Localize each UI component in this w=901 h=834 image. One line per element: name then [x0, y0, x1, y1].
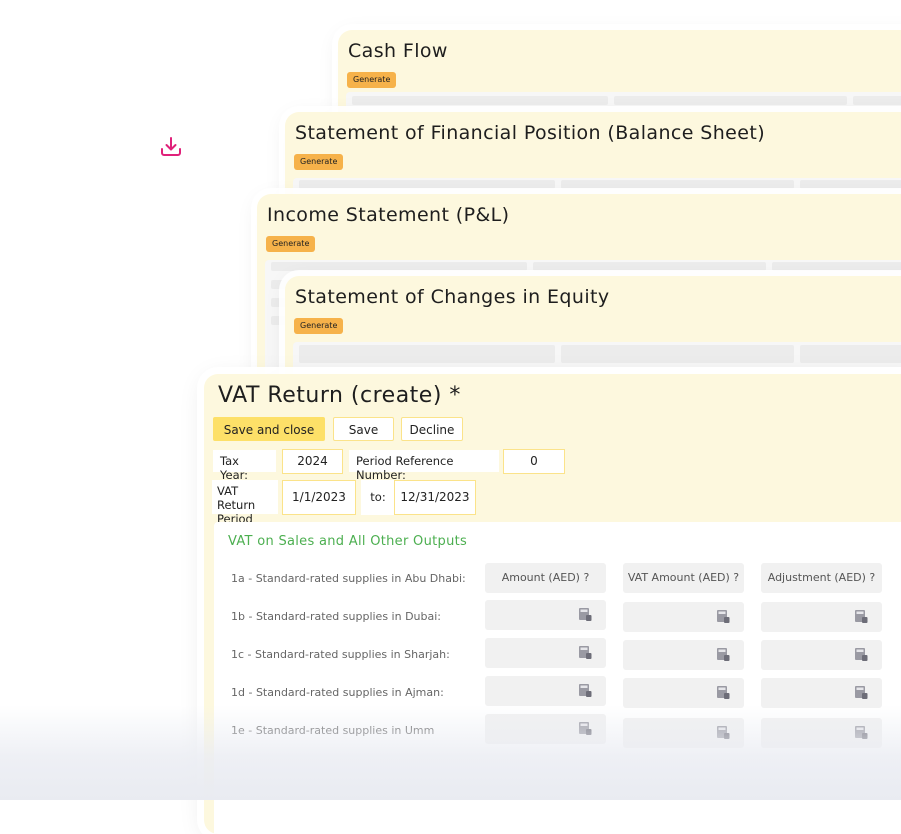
- page-title: VAT Return (create) *: [218, 383, 461, 408]
- vat-return-period-label: VAT Return Period: [212, 480, 278, 526]
- calculator-icon[interactable]: [578, 683, 592, 698]
- section-title: VAT on Sales and All Other Outputs: [228, 534, 468, 549]
- vat-amount-input[interactable]: [623, 678, 744, 708]
- calculator-icon[interactable]: [578, 607, 592, 622]
- adjustment-input[interactable]: [761, 602, 882, 632]
- generate-button[interactable]: Generate: [347, 72, 397, 88]
- save-button[interactable]: Save: [333, 417, 394, 441]
- calculator-icon[interactable]: [578, 721, 592, 736]
- tax-year-field[interactable]: 2024: [282, 449, 343, 474]
- calculator-icon[interactable]: [854, 647, 868, 662]
- amount-input[interactable]: [485, 676, 606, 706]
- calculator-icon[interactable]: [716, 725, 730, 740]
- adjustment-input[interactable]: [761, 718, 882, 748]
- adjustment-column-header: Adjustment (AED) ?: [761, 563, 882, 593]
- vat-sales-section: VAT on Sales and All Other Outputs 1a - …: [214, 522, 901, 834]
- amount-column-header: Amount (AED) ?: [485, 563, 606, 593]
- adjustment-input[interactable]: [761, 678, 882, 708]
- card-title: Income Statement (P&L): [267, 204, 510, 226]
- calculator-icon[interactable]: [854, 685, 868, 700]
- vat-amount-column-header: VAT Amount (AED) ?: [623, 563, 744, 593]
- tax-year-label: Tax Year:: [213, 450, 276, 482]
- calculator-icon[interactable]: [578, 645, 592, 660]
- vat-amount-input[interactable]: [623, 602, 744, 632]
- amount-input[interactable]: [485, 600, 606, 630]
- calculator-icon[interactable]: [854, 725, 868, 740]
- download-icon[interactable]: [159, 135, 183, 159]
- calculator-icon[interactable]: [716, 685, 730, 700]
- calculator-icon[interactable]: [716, 609, 730, 624]
- generate-button[interactable]: Generate: [294, 318, 344, 334]
- row-label-1e: 1e - Standard-rated supplies in Umm: [231, 724, 435, 737]
- generate-button[interactable]: Generate: [266, 236, 316, 252]
- row-label-1c: 1c - Standard-rated supplies in Sharjah:: [231, 648, 450, 661]
- calculator-icon[interactable]: [854, 609, 868, 624]
- card-title: Cash Flow: [348, 40, 448, 62]
- period-from-field[interactable]: 1/1/2023: [282, 480, 356, 515]
- decline-button[interactable]: Decline: [401, 417, 463, 441]
- save-and-close-button[interactable]: Save and close: [213, 417, 325, 441]
- vat-amount-input[interactable]: [623, 640, 744, 670]
- card-title: Statement of Changes in Equity: [295, 286, 610, 308]
- adjustment-input[interactable]: [761, 640, 882, 670]
- period-reference-label: Period Reference Number:: [349, 450, 499, 482]
- row-label-1a: 1a - Standard-rated supplies in Abu Dhab…: [231, 572, 466, 585]
- period-to-field[interactable]: 12/31/2023: [394, 480, 476, 515]
- card-title: Statement of Financial Position (Balance…: [295, 122, 766, 144]
- generate-button[interactable]: Generate: [294, 154, 344, 170]
- calculator-icon[interactable]: [716, 647, 730, 662]
- amount-input[interactable]: [485, 714, 606, 744]
- vat-amount-input[interactable]: [623, 718, 744, 748]
- to-label: to:: [361, 480, 395, 515]
- row-label-1b: 1b - Standard-rated supplies in Dubai:: [231, 610, 442, 623]
- period-reference-field[interactable]: 0: [503, 449, 565, 474]
- vat-return-form: VAT Return (create) * Save and close Sav…: [204, 374, 901, 834]
- row-label-1d: 1d - Standard-rated supplies in Ajman:: [231, 686, 444, 699]
- amount-input[interactable]: [485, 638, 606, 668]
